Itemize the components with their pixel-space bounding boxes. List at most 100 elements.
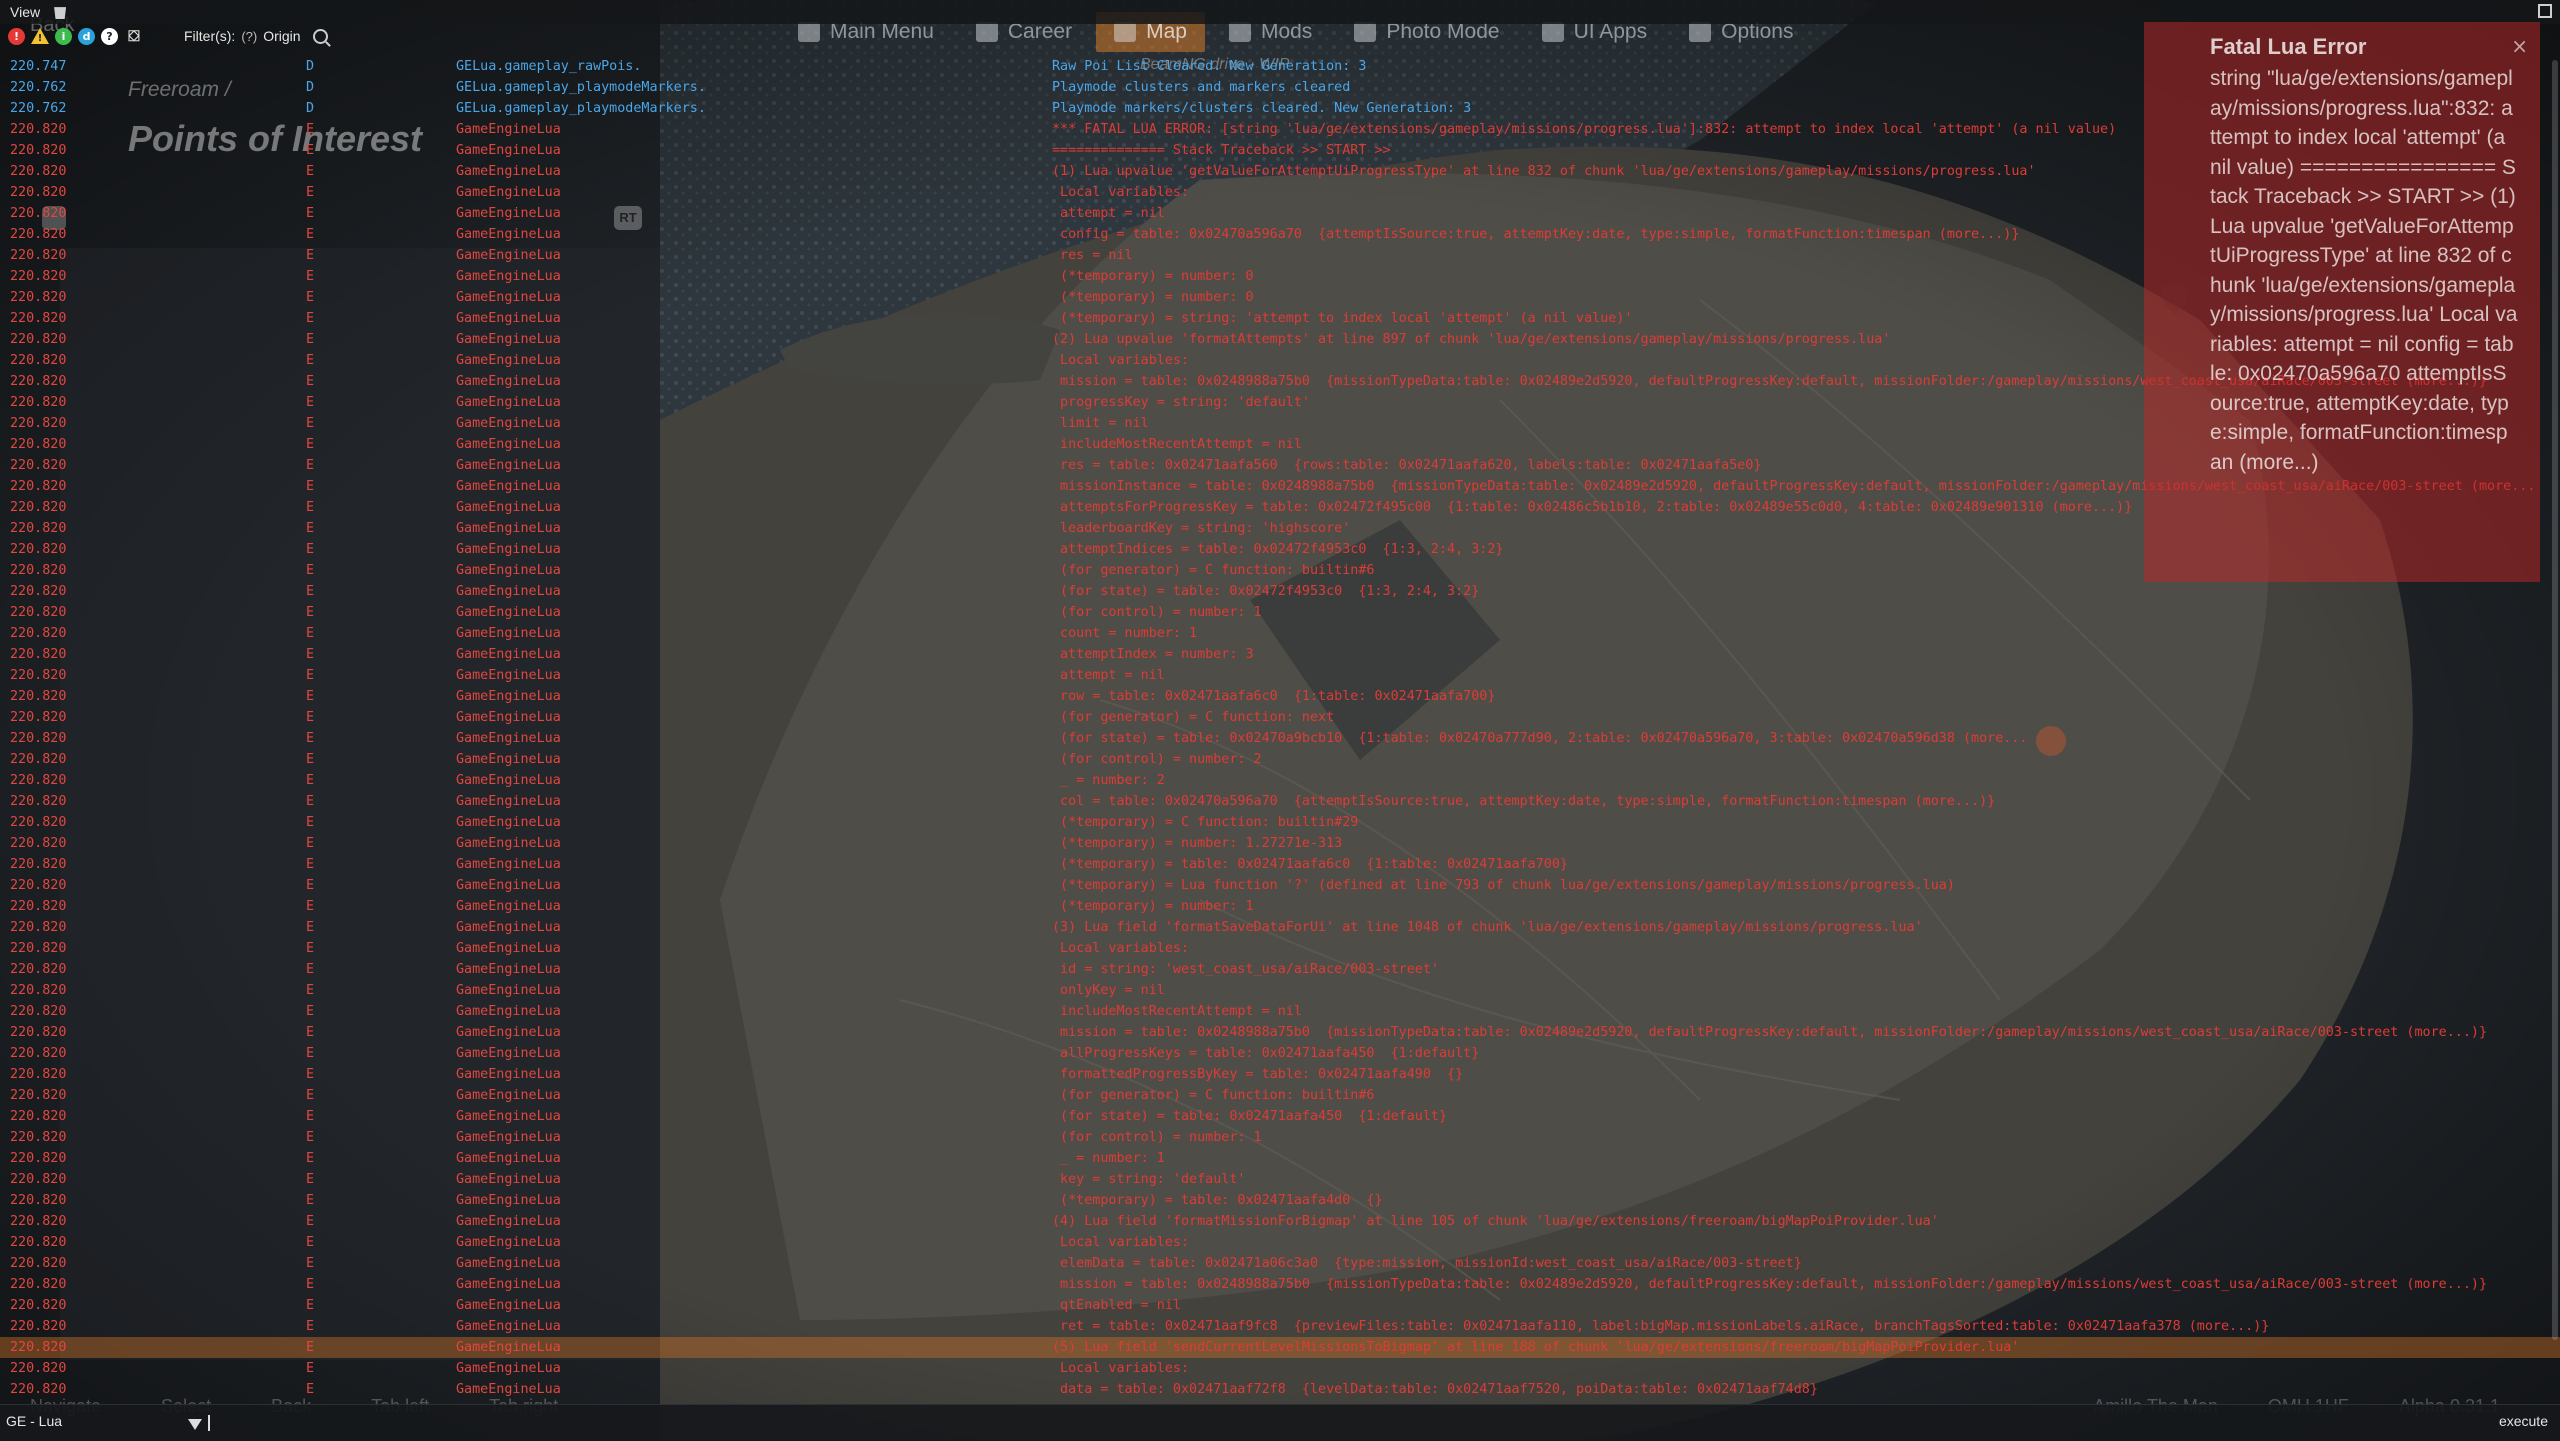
- log-row[interactable]: 220.820 E GameEngineLua mission = table: 0…: [0, 1274, 2560, 1295]
- log-message: res = table: 0x02471aafa560 {rows:table:…: [1052, 458, 1762, 473]
- view-menu[interactable]: View: [0, 4, 50, 20]
- log-row[interactable]: 220.820 E GameEngineLua (for state) = tabl…: [0, 1106, 2560, 1127]
- log-row[interactable]: 220.820 E GameEngineLua attempt = nil: [0, 665, 2560, 686]
- trash-icon[interactable]: [54, 7, 67, 19]
- log-origin: GameEngineLua: [456, 416, 561, 431]
- log-row[interactable]: 220.820 E GameEngineLua elemData = table: …: [0, 1253, 2560, 1274]
- log-level: E: [306, 878, 315, 893]
- log-row[interactable]: 220.820 E GameEngineLua Local variables:: [0, 1232, 2560, 1253]
- log-row[interactable]: 220.820 E GameEngineLua (for generator) = …: [0, 1085, 2560, 1106]
- log-message: Playmode clusters and markers cleared: [1052, 80, 1351, 95]
- log-level: E: [306, 962, 315, 977]
- log-message: count = number: 1: [1052, 626, 1198, 641]
- log-level: E: [306, 1004, 315, 1019]
- log-origin: GameEngineLua: [456, 395, 561, 410]
- log-row[interactable]: 220.820 E GameEngineLua allProgressKeys = …: [0, 1043, 2560, 1064]
- log-row[interactable]: 220.820 E GameEngineLua (for state) = tabl…: [0, 581, 2560, 602]
- error-filter-icon[interactable]: !: [8, 27, 25, 45]
- log-origin: GameEngineLua: [456, 1235, 561, 1250]
- log-row[interactable]: 220.820 E GameEngineLua key = string: 'def…: [0, 1169, 2560, 1190]
- log-row[interactable]: 220.820 E GameEngineLua Local variables:: [0, 1358, 2560, 1379]
- log-message: (for state) = table: 0x02471aafa450 {1:d…: [1052, 1109, 1448, 1124]
- log-row[interactable]: 220.820 E GameEngineLua _ = number: 2: [0, 770, 2560, 791]
- log-origin: GELua.gameplay_rawPois.: [456, 59, 642, 74]
- log-origin: GameEngineLua: [456, 1046, 561, 1061]
- log-origin: GameEngineLua: [456, 941, 561, 956]
- log-row[interactable]: 220.820 E GameEngineLua formattedProgressB…: [0, 1064, 2560, 1085]
- maximize-icon[interactable]: [2538, 4, 2552, 18]
- log-level: E: [306, 731, 315, 746]
- log-scrollbar[interactable]: [2552, 60, 2558, 1340]
- log-row[interactable]: 220.820 E GameEngineLua ret = table: 0x024…: [0, 1316, 2560, 1337]
- log-row[interactable]: 220.820 E GameEngineLua (*temporary) = C f…: [0, 812, 2560, 833]
- log-level: E: [306, 668, 315, 683]
- log-row[interactable]: 220.820 E GameEngineLua (for control) = nu…: [0, 1127, 2560, 1148]
- log-level: E: [306, 143, 315, 158]
- log-origin: GameEngineLua: [456, 563, 561, 578]
- log-time: 220.820: [10, 1382, 67, 1397]
- log-origin: GameEngineLua: [456, 794, 561, 809]
- log-row[interactable]: 220.820 E GameEngineLua Local variables:: [0, 938, 2560, 959]
- log-row[interactable]: 220.820 E GameEngineLua (*temporary) = num…: [0, 896, 2560, 917]
- filter-help[interactable]: (?): [241, 29, 257, 44]
- log-row[interactable]: 220.820 E GameEngineLua id = string: 'west…: [0, 959, 2560, 980]
- log-message: Local variables:: [1052, 1361, 1190, 1376]
- log-row[interactable]: 220.820 E GameEngineLua mission = table: 0…: [0, 1022, 2560, 1043]
- lua-context-select[interactable]: GE - Lua: [6, 1413, 62, 1429]
- log-origin: GameEngineLua: [456, 1319, 561, 1334]
- log-row[interactable]: 220.820 E GameEngineLua data = table: 0x02…: [0, 1379, 2560, 1400]
- log-level: E: [306, 920, 315, 935]
- log-time: 220.820: [10, 836, 67, 851]
- log-row[interactable]: 220.820 E GameEngineLua (for control) = nu…: [0, 602, 2560, 623]
- command-input[interactable]: [206, 1411, 2472, 1435]
- log-time: 220.820: [10, 731, 67, 746]
- log-row[interactable]: 220.820 E GameEngineLua (for generator) = …: [0, 707, 2560, 728]
- log-row[interactable]: 220.820 E GameEngineLua _ = number: 1: [0, 1148, 2560, 1169]
- log-row[interactable]: 220.820 E GameEngineLua (*temporary) = Lua…: [0, 875, 2560, 896]
- log-origin: GameEngineLua: [456, 437, 561, 452]
- log-row[interactable]: 220.820 E GameEngineLua includeMostRecentA…: [0, 1001, 2560, 1022]
- warning-filter-icon[interactable]: !: [31, 28, 49, 44]
- log-row[interactable]: 220.820 E GameEngineLua (*temporary) = num…: [0, 833, 2560, 854]
- log-origin: GameEngineLua: [456, 1004, 561, 1019]
- log-time: 220.820: [10, 311, 67, 326]
- log-row[interactable]: 220.820 E GameEngineLua (*temporary) = tab…: [0, 854, 2560, 875]
- close-icon[interactable]: ×: [2511, 34, 2528, 58]
- camera-icon: [1354, 22, 1377, 42]
- log-row[interactable]: 220.820 E GameEngineLua count = number: 1: [0, 623, 2560, 644]
- log-time: 220.820: [10, 395, 67, 410]
- log-message: (for generator) = C function: next: [1052, 710, 1335, 725]
- mods-icon: [1228, 22, 1251, 42]
- search-icon[interactable]: [312, 28, 328, 44]
- log-message: mission = table: 0x0248988a75b0 {mission…: [1052, 1277, 2488, 1292]
- log-row[interactable]: 220.820 E GameEngineLua onlyKey = nil: [0, 980, 2560, 1001]
- log-level: E: [306, 290, 315, 305]
- log-row[interactable]: 220.820 E GameEngineLua attemptIndex = num…: [0, 644, 2560, 665]
- log-row[interactable]: 220.820 E GameEngineLua row = table: 0x024…: [0, 686, 2560, 707]
- log-row[interactable]: 220.820 E GameEngineLua (5) Lua field 'send…: [0, 1337, 2560, 1358]
- log-message: (*temporary) = number: 1.27271e-313: [1052, 836, 1343, 851]
- log-message: (*temporary) = number: 0: [1052, 290, 1254, 305]
- log-row[interactable]: 220.820 E GameEngineLua col = table: 0x024…: [0, 791, 2560, 812]
- log-row[interactable]: 220.820 E GameEngineLua qtEnabled = nil: [0, 1295, 2560, 1316]
- debug-filter-icon[interactable]: d: [78, 27, 95, 45]
- log-row[interactable]: 220.820 E GameEngineLua (4) Lua field 'form…: [0, 1211, 2560, 1232]
- chevron-down-icon[interactable]: [188, 1419, 202, 1430]
- log-time: 220.820: [10, 752, 67, 767]
- log-row[interactable]: 220.820 E GameEngineLua (3) Lua field 'form…: [0, 917, 2560, 938]
- help-icon[interactable]: ?: [101, 27, 118, 45]
- log-origin: GameEngineLua: [456, 836, 561, 851]
- log-message: attemptsForProgressKey = table: 0x02472f…: [1052, 500, 2133, 515]
- log-level: E: [306, 479, 315, 494]
- execute-button[interactable]: execute: [2499, 1413, 2548, 1429]
- filter-origin[interactable]: Origin: [263, 28, 300, 44]
- text-caret: [208, 1415, 210, 1431]
- log-row[interactable]: 220.820 E GameEngineLua (for control) = nu…: [0, 749, 2560, 770]
- vehicle-icon[interactable]: ⛋: [124, 27, 144, 45]
- info-filter-icon[interactable]: i: [55, 27, 72, 45]
- log-row[interactable]: 220.820 E GameEngineLua (*temporary) = tab…: [0, 1190, 2560, 1211]
- log-time: 220.820: [10, 143, 67, 158]
- log-row[interactable]: 220.820 E GameEngineLua (for state) = tabl…: [0, 728, 2560, 749]
- log-time: 220.762: [10, 80, 67, 95]
- log-time: 220.820: [10, 479, 67, 494]
